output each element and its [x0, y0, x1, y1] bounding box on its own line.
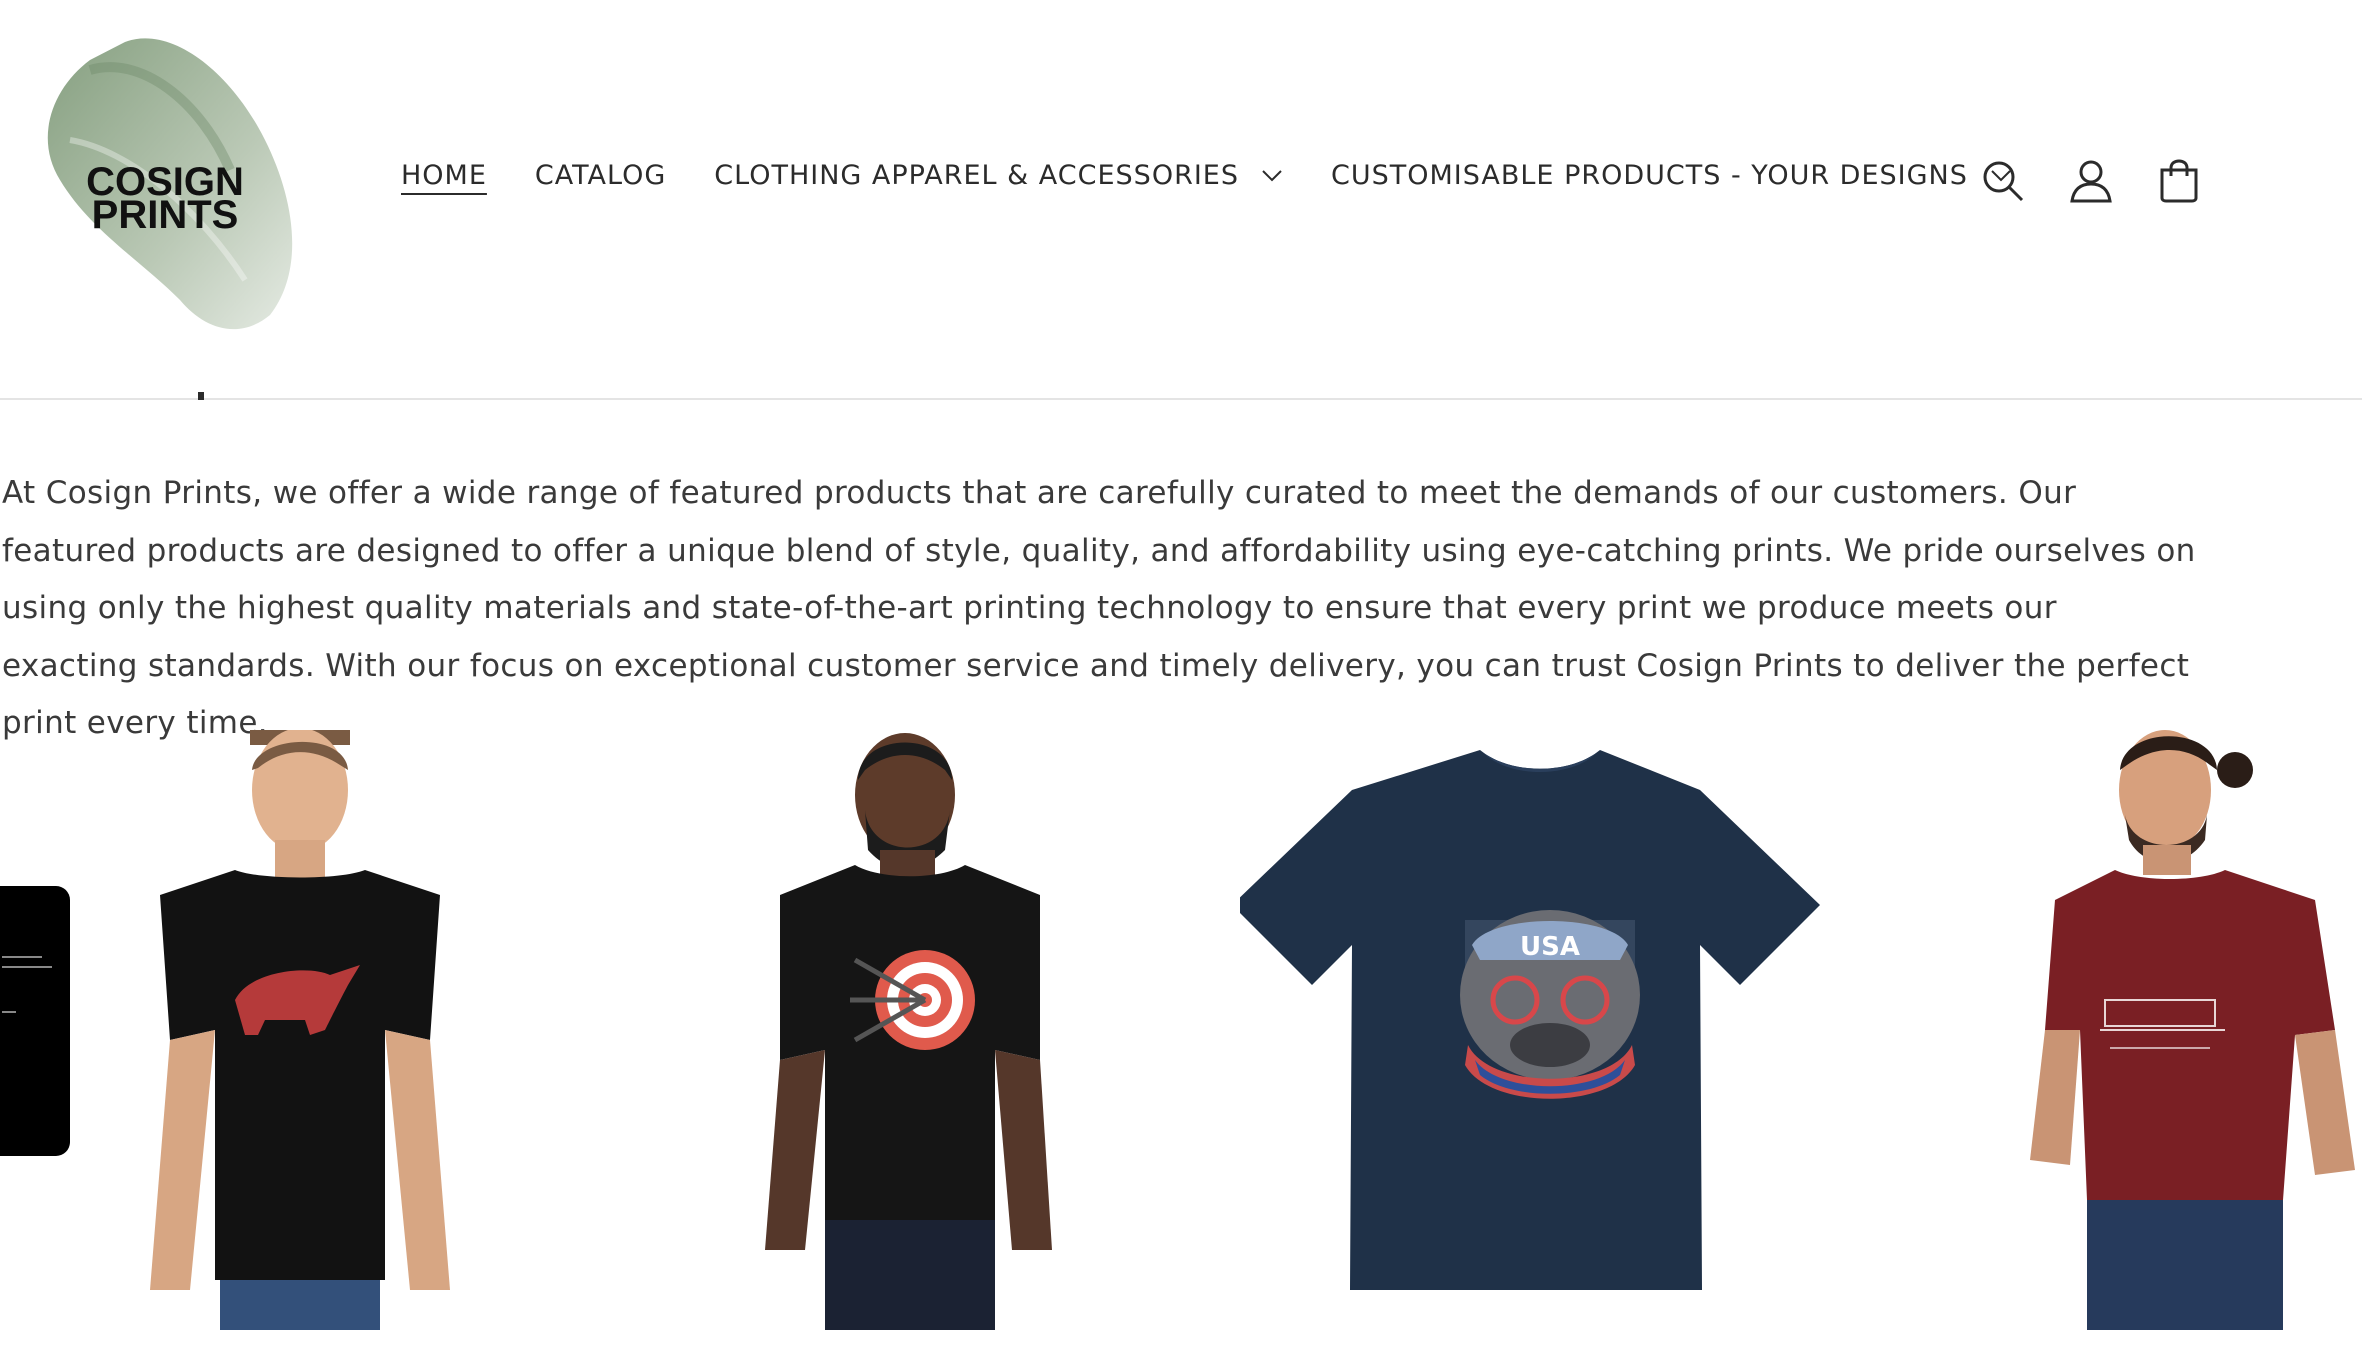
product-image-target-tshirt[interactable] [740, 730, 1090, 1330]
cart-icon[interactable] [2156, 158, 2202, 204]
featured-intro-text: At Cosign Prints, we offer a wide range … [2, 475, 2196, 741]
product-image-bull-tshirt[interactable] [130, 730, 460, 1330]
nav-customisable-products[interactable]: CUSTOMISABLE PRODUCTS - YOUR DESIGNS [1331, 160, 2012, 191]
search-icon[interactable] [1980, 158, 2026, 204]
chevron-down-icon [1261, 169, 1283, 183]
nav-catalog-label: CATALOG [534, 160, 667, 191]
main-nav: HOME CATALOG CLOTHING APPAREL & ACCESSOR… [401, 160, 2060, 191]
cosign-prints-logo[interactable]: COSIGN PRINTS [30, 30, 300, 335]
site-header: COSIGN PRINTS HOME CATALOG CLOTHING APPA… [0, 0, 2362, 400]
nav-catalog[interactable]: CATALOG [535, 160, 666, 191]
product-image-usa-bulldog-tshirt[interactable]: USA [1240, 745, 1840, 1305]
section-heading-cut-off [0, 392, 400, 404]
header-icons [1980, 158, 2244, 204]
nav-home[interactable]: HOME [401, 160, 487, 191]
nav-home-label: HOME [401, 160, 487, 191]
nav-customisable-products-label: CUSTOMISABLE PRODUCTS - YOUR DESIGNS [1331, 160, 1968, 191]
nav-clothing-apparel[interactable]: CLOTHING APPAREL & ACCESSORIES [714, 160, 1283, 191]
logo-line2: PRINTS [92, 193, 239, 237]
nav-clothing-apparel-label: CLOTHING APPAREL & ACCESSORIES [714, 160, 1239, 191]
product-image-classic-car-tshirt[interactable] [2025, 730, 2362, 1330]
account-icon[interactable] [2068, 158, 2114, 204]
side-popup-card[interactable] [0, 886, 70, 1156]
usa-print-text: USA [1520, 932, 1580, 962]
